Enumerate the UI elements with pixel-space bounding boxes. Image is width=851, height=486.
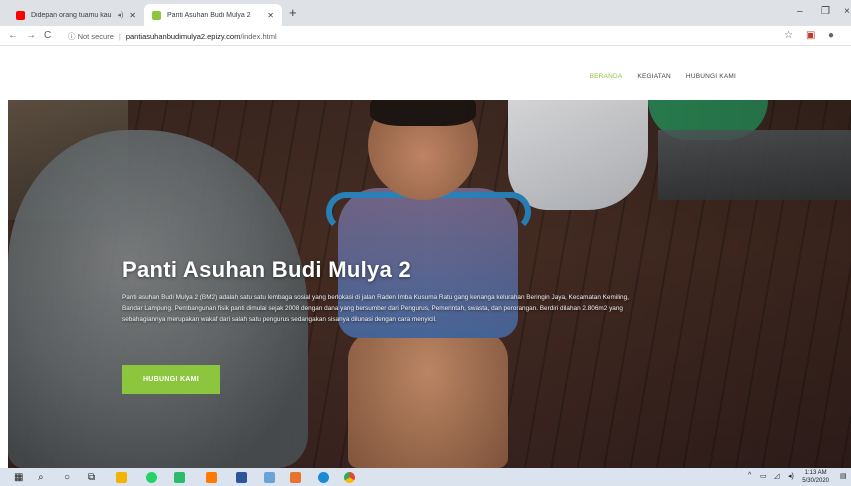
app-icon-green[interactable] — [174, 471, 185, 483]
security-label: Not secure — [77, 31, 114, 41]
file-explorer-icon[interactable] — [116, 471, 127, 483]
word-icon[interactable] — [236, 471, 247, 483]
clock-time: 1:13 AM — [804, 470, 827, 476]
back-button[interactable]: ← — [8, 29, 18, 43]
app-icon-orange[interactable] — [290, 471, 301, 483]
hubungi-kami-button[interactable]: HUBUNGI KAMI — [122, 365, 220, 394]
hero-title: Panti Asuhan Budi Mulya 2 — [122, 257, 412, 282]
whatsapp-icon[interactable] — [146, 471, 157, 483]
windows-start-icon[interactable]: ▦ — [14, 471, 23, 483]
nav-kegiatan[interactable]: KEGIATAN — [637, 73, 671, 80]
cortana-icon[interactable]: ○ — [64, 471, 70, 483]
battery-icon[interactable]: ▭ — [760, 472, 767, 480]
edge-icon[interactable] — [318, 471, 329, 483]
url-host: pantiasuhanbudimulya2.epizy.com — [125, 31, 241, 41]
nav-hubungi-kami[interactable]: HUBUNGI KAMI — [686, 73, 736, 80]
search-icon[interactable]: ⌕ — [38, 471, 44, 483]
chrome-icon[interactable] — [344, 471, 355, 483]
info-icon[interactable]: ⓘ — [68, 31, 76, 42]
minimize-button[interactable]: – — [797, 6, 803, 17]
browser-toolbar: ← → C ⓘ Not secure | pantiasuhanbudimuly… — [0, 26, 851, 46]
tab-title: Panti Asuhan Budi Mulya 2 — [167, 11, 251, 19]
forward-button[interactable]: → — [26, 29, 36, 43]
task-view-icon[interactable]: ⧉ — [88, 471, 95, 483]
reload-button[interactable]: C — [44, 29, 51, 43]
profile-icon[interactable]: ● — [828, 29, 834, 43]
clock-date: 5/30/2020 — [802, 478, 829, 484]
site-navigation: BERANDA KEGIATAN HUBUNGI KAMI — [590, 73, 736, 80]
star-icon[interactable]: ☆ — [784, 29, 793, 43]
hero-content: Panti Asuhan Budi Mulya 2 Panti asuhan B… — [122, 257, 642, 325]
tray-chevron-icon[interactable]: ^ — [748, 472, 751, 479]
nav-beranda[interactable]: BERANDA — [590, 73, 623, 80]
close-tab-icon[interactable]: ✕ — [267, 11, 274, 20]
tab-title: Didepan orang tuamu kau m — [31, 11, 115, 19]
tab-youtube[interactable]: Didepan orang tuamu kau m ◂) ✕ — [8, 4, 144, 26]
tab-panti-asuhan[interactable]: Panti Asuhan Budi Mulya 2 ✕ — [144, 4, 282, 26]
speaker-icon[interactable]: ◂) — [117, 11, 123, 19]
maximize-button[interactable]: ❐ — [821, 6, 830, 17]
app-icon-blue[interactable] — [264, 471, 275, 483]
new-tab-button[interactable]: + — [289, 6, 297, 20]
close-window-button[interactable]: × — [844, 6, 850, 17]
site-header: BERANDA KEGIATAN HUBUNGI KAMI — [0, 46, 851, 100]
close-tab-icon[interactable]: ✕ — [129, 11, 136, 20]
browser-tab-bar: Didepan orang tuamu kau m ◂) ✕ Panti Asu… — [0, 0, 851, 26]
windows-taskbar: ▦ ⌕ ○ ⧉ ^ ▭ ◿ ◂) 1:13 AM 5/30/2020 ▤ — [0, 468, 851, 486]
taskbar-clock[interactable]: 1:13 AM 5/30/2020 — [802, 469, 829, 485]
hero-section: Panti Asuhan Budi Mulya 2 Panti asuhan B… — [8, 100, 851, 468]
notifications-icon[interactable]: ▤ — [840, 472, 847, 480]
extension-icon[interactable]: ▣ — [806, 29, 815, 43]
url-path: /index.html — [240, 31, 277, 41]
network-icon[interactable]: ◿ — [774, 472, 779, 480]
site-favicon-icon — [152, 10, 161, 20]
sublime-text-icon[interactable] — [206, 471, 217, 483]
hero-description: Panti asuhan Budi Mulya 2 (BM2) adalah s… — [122, 294, 629, 323]
address-bar[interactable]: ⓘ Not secure | pantiasuhanbudimulya2.epi… — [68, 28, 768, 44]
youtube-icon — [16, 10, 25, 20]
volume-icon[interactable]: ◂) — [788, 472, 794, 480]
